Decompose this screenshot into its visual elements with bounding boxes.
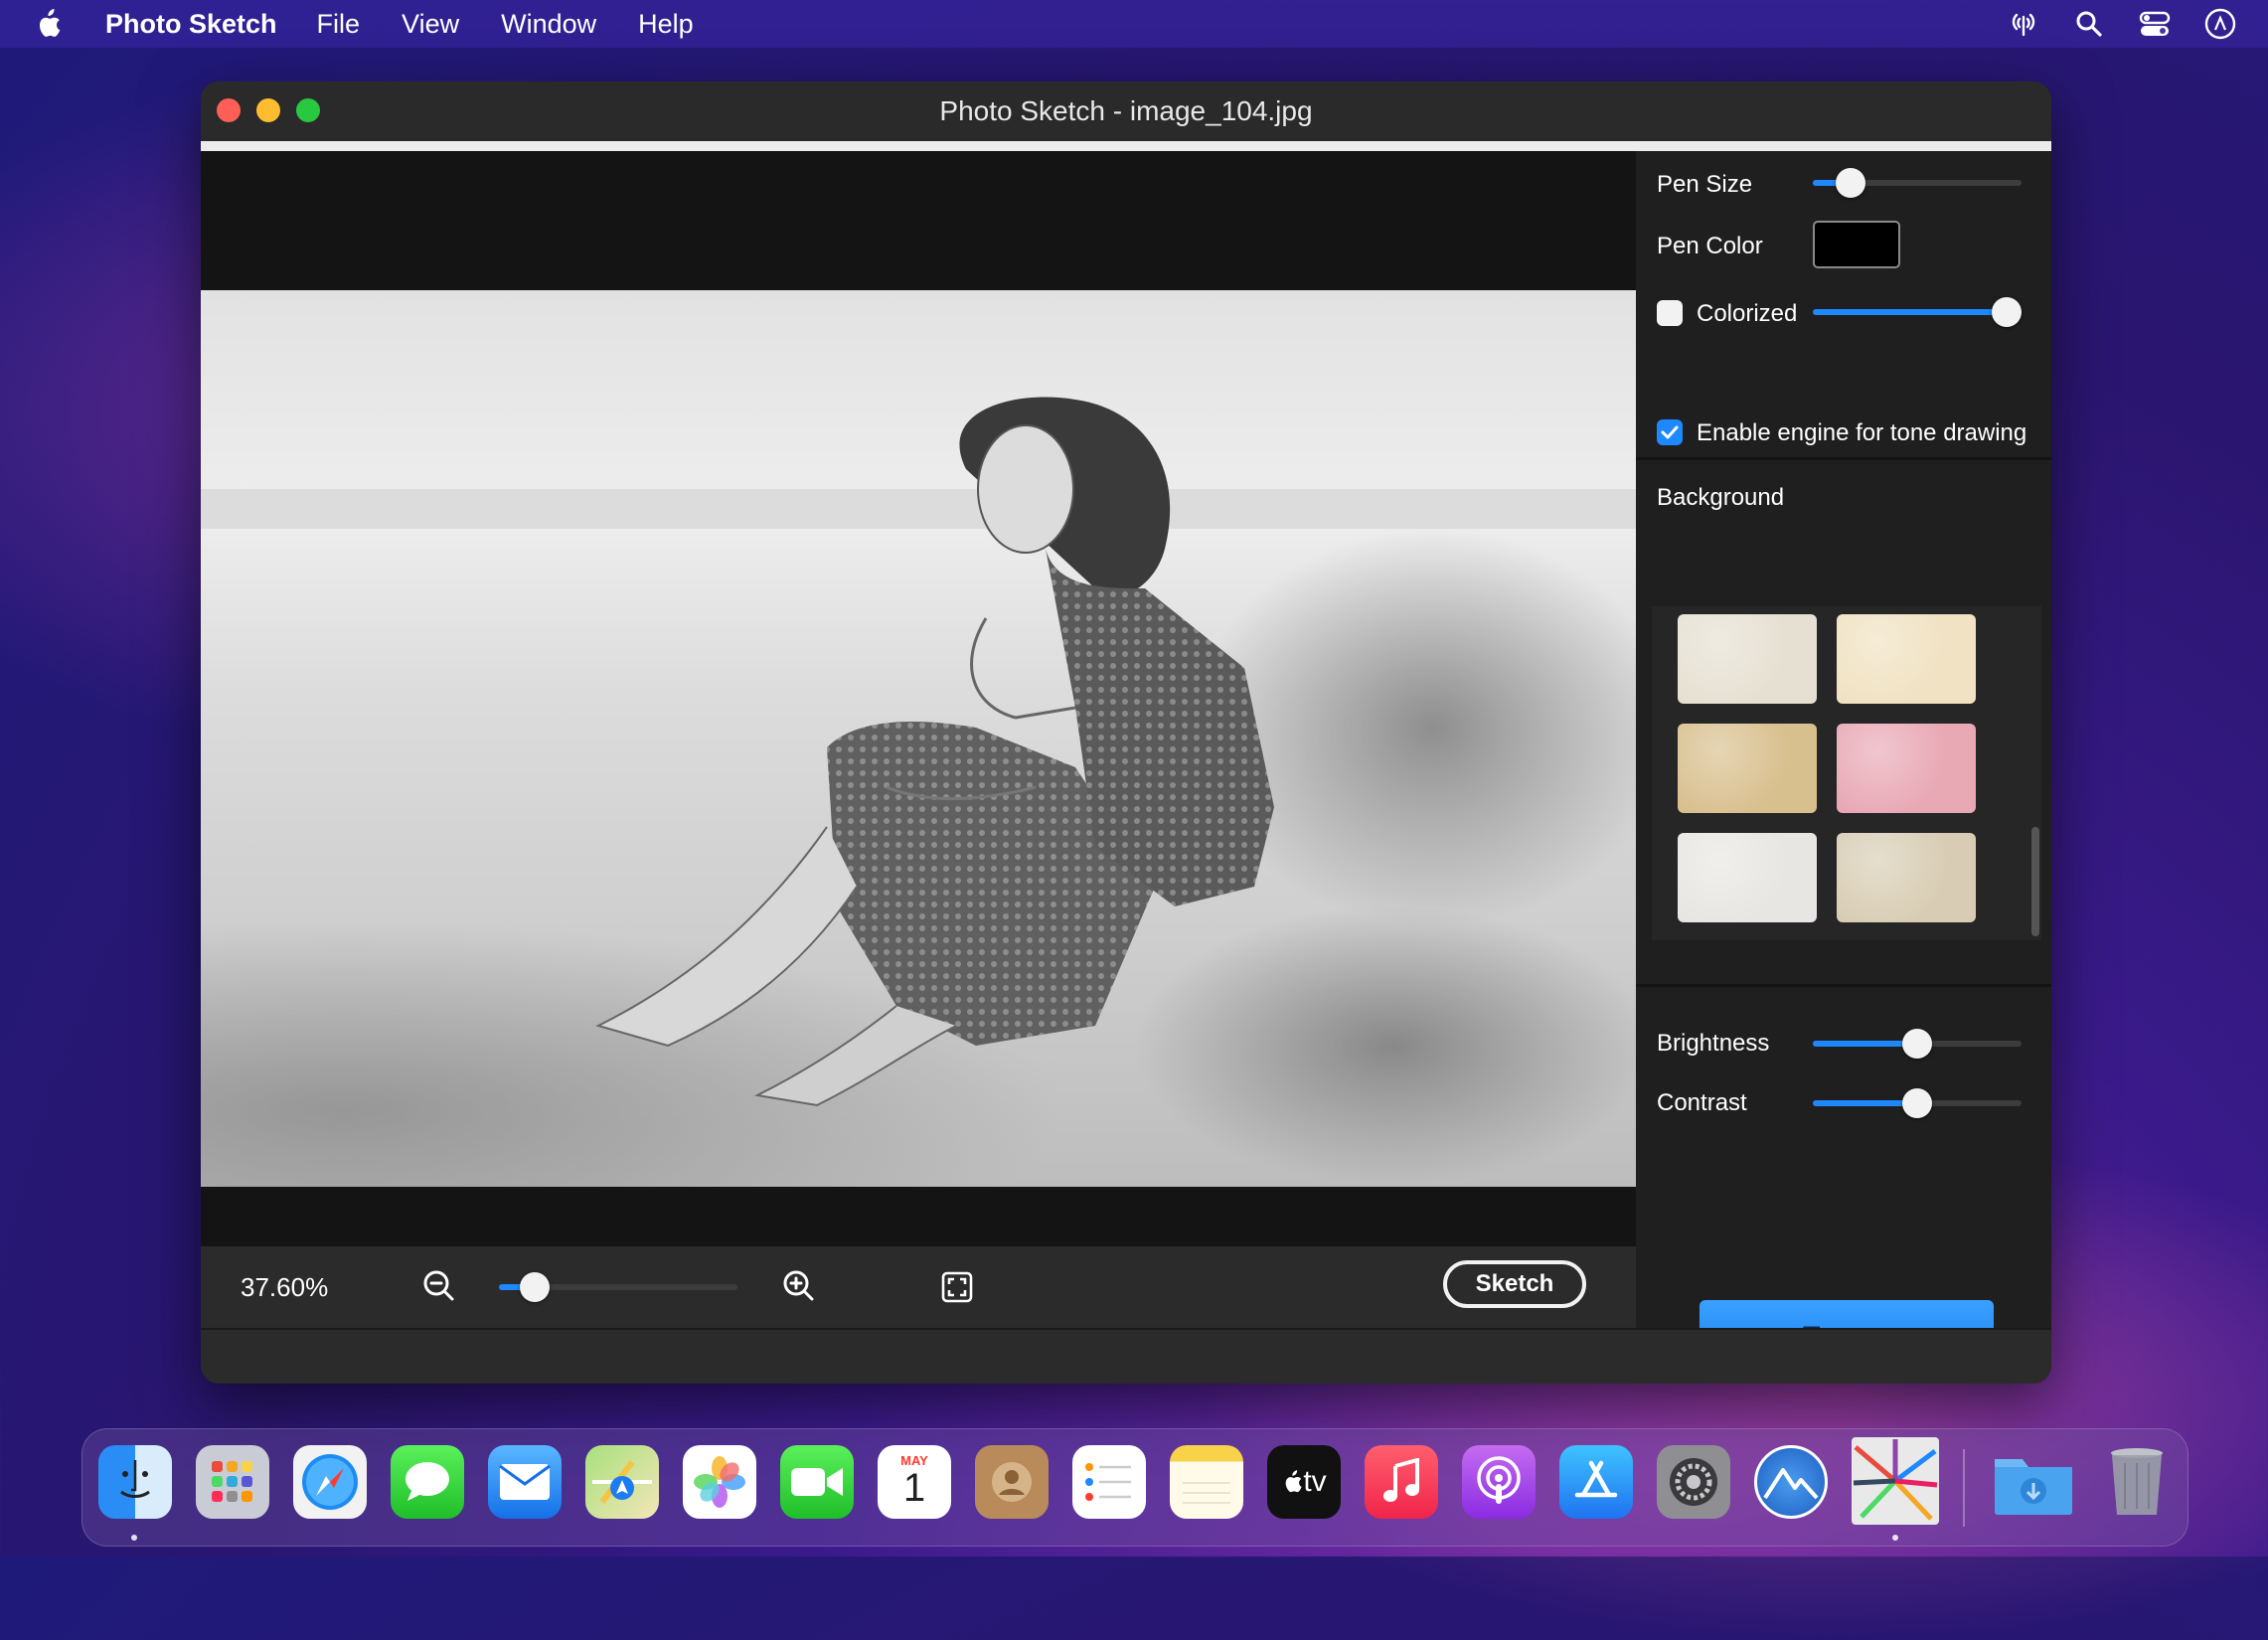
messages-icon[interactable]: [391, 1445, 464, 1519]
apple-tv-label: tv: [1303, 1465, 1327, 1498]
background-label: Background: [1657, 484, 1785, 511]
app-name-menu[interactable]: Photo Sketch: [105, 9, 277, 40]
mail-icon[interactable]: [488, 1445, 562, 1519]
close-button[interactable]: [217, 98, 241, 122]
dock: MAY 1 tv: [81, 1428, 2188, 1547]
canvas-area: [201, 151, 1636, 1246]
status-bar: [201, 1328, 2051, 1384]
tone-drawing-label: Enable engine for tone drawing: [1697, 419, 2027, 446]
menu-window[interactable]: Window: [501, 9, 596, 40]
podcasts-icon[interactable]: [1462, 1445, 1536, 1519]
finder-icon[interactable]: [98, 1445, 172, 1519]
pencils-app-icon[interactable]: [1852, 1437, 1939, 1525]
menu-view[interactable]: View: [402, 9, 459, 40]
canvas-toolbar: 37.60% Sketch: [201, 1246, 1636, 1328]
pen-size-slider[interactable]: [1813, 168, 2022, 198]
facetime-icon[interactable]: [780, 1445, 854, 1519]
spotlight-search-icon[interactable]: [2071, 6, 2107, 42]
trash-icon[interactable]: [2100, 1445, 2174, 1519]
fit-to-screen-icon[interactable]: [940, 1270, 974, 1311]
contrast-slider[interactable]: [1813, 1088, 2022, 1118]
background-swatch-6[interactable]: [1837, 833, 1976, 922]
menu-help[interactable]: Help: [638, 9, 694, 40]
zoom-percentage: 37.60%: [241, 1272, 329, 1302]
launchpad-icon[interactable]: [196, 1445, 269, 1519]
photos-icon[interactable]: [683, 1445, 756, 1519]
colorized-checkbox[interactable]: [1657, 300, 1683, 326]
apple-menu-icon[interactable]: [34, 8, 74, 40]
notes-icon[interactable]: [1170, 1445, 1243, 1519]
reminders-icon[interactable]: [1072, 1445, 1146, 1519]
background-swatch-4[interactable]: [1837, 724, 1976, 813]
progress-strip: [201, 141, 2051, 151]
antenna-icon[interactable]: [2006, 6, 2041, 42]
sketch-button[interactable]: Sketch: [1443, 1260, 1586, 1308]
pen-size-label: Pen Size: [1657, 171, 1753, 198]
sketch-preview-image[interactable]: [201, 290, 1636, 1187]
menu-bar: Photo Sketch File View Window Help: [0, 0, 2268, 48]
brightness-label: Brightness: [1657, 1030, 1770, 1057]
system-preferences-icon[interactable]: [1657, 1445, 1730, 1519]
zoom-slider[interactable]: [499, 1272, 737, 1302]
siri-icon[interactable]: [2202, 6, 2238, 42]
zoom-out-icon[interactable]: [421, 1268, 457, 1311]
brightness-slider[interactable]: [1813, 1029, 2022, 1059]
pen-color-label: Pen Color: [1657, 233, 1763, 259]
title-bar: Photo Sketch - image_104.jpg: [201, 82, 2051, 141]
dock-separator: [1963, 1449, 1965, 1527]
background-swatch-list[interactable]: [1652, 606, 2041, 940]
background-swatch-3[interactable]: [1678, 724, 1817, 813]
apple-tv-icon[interactable]: tv: [1267, 1445, 1341, 1519]
calendar-day: 1: [902, 1465, 926, 1510]
colorized-slider[interactable]: [1813, 297, 2022, 327]
background-swatch-5[interactable]: [1678, 833, 1817, 922]
menu-file[interactable]: File: [317, 9, 361, 40]
tone-drawing-checkbox[interactable]: [1657, 419, 1683, 445]
background-swatch-1[interactable]: [1678, 614, 1817, 704]
downloads-folder-icon[interactable]: [1991, 1445, 2076, 1519]
contrast-label: Contrast: [1657, 1089, 1747, 1116]
app-store-icon[interactable]: [1559, 1445, 1633, 1519]
swatch-scrollbar[interactable]: [2031, 827, 2039, 936]
music-icon[interactable]: [1365, 1445, 1438, 1519]
app-window: Photo Sketch - image_104.jpg 37.60% Sket…: [201, 82, 2051, 1384]
zoom-in-icon[interactable]: [781, 1268, 817, 1311]
safari-icon[interactable]: [293, 1445, 367, 1519]
calendar-icon[interactable]: MAY 1: [878, 1445, 951, 1519]
photo-sketch-app-icon[interactable]: [1754, 1445, 1828, 1519]
minimize-button[interactable]: [256, 98, 280, 122]
colorized-label: Colorized: [1697, 300, 1798, 327]
background-swatch-2[interactable]: [1837, 614, 1976, 704]
zoom-button[interactable]: [296, 98, 320, 122]
contacts-icon[interactable]: [975, 1445, 1049, 1519]
maps-icon[interactable]: [585, 1445, 659, 1519]
pen-color-well[interactable]: [1813, 221, 1900, 268]
control-center-icon[interactable]: [2137, 6, 2173, 42]
settings-panel: Pen Size Pen Color Colorized Enable engi…: [1636, 151, 2051, 1376]
window-title: Photo Sketch - image_104.jpg: [939, 95, 1313, 126]
